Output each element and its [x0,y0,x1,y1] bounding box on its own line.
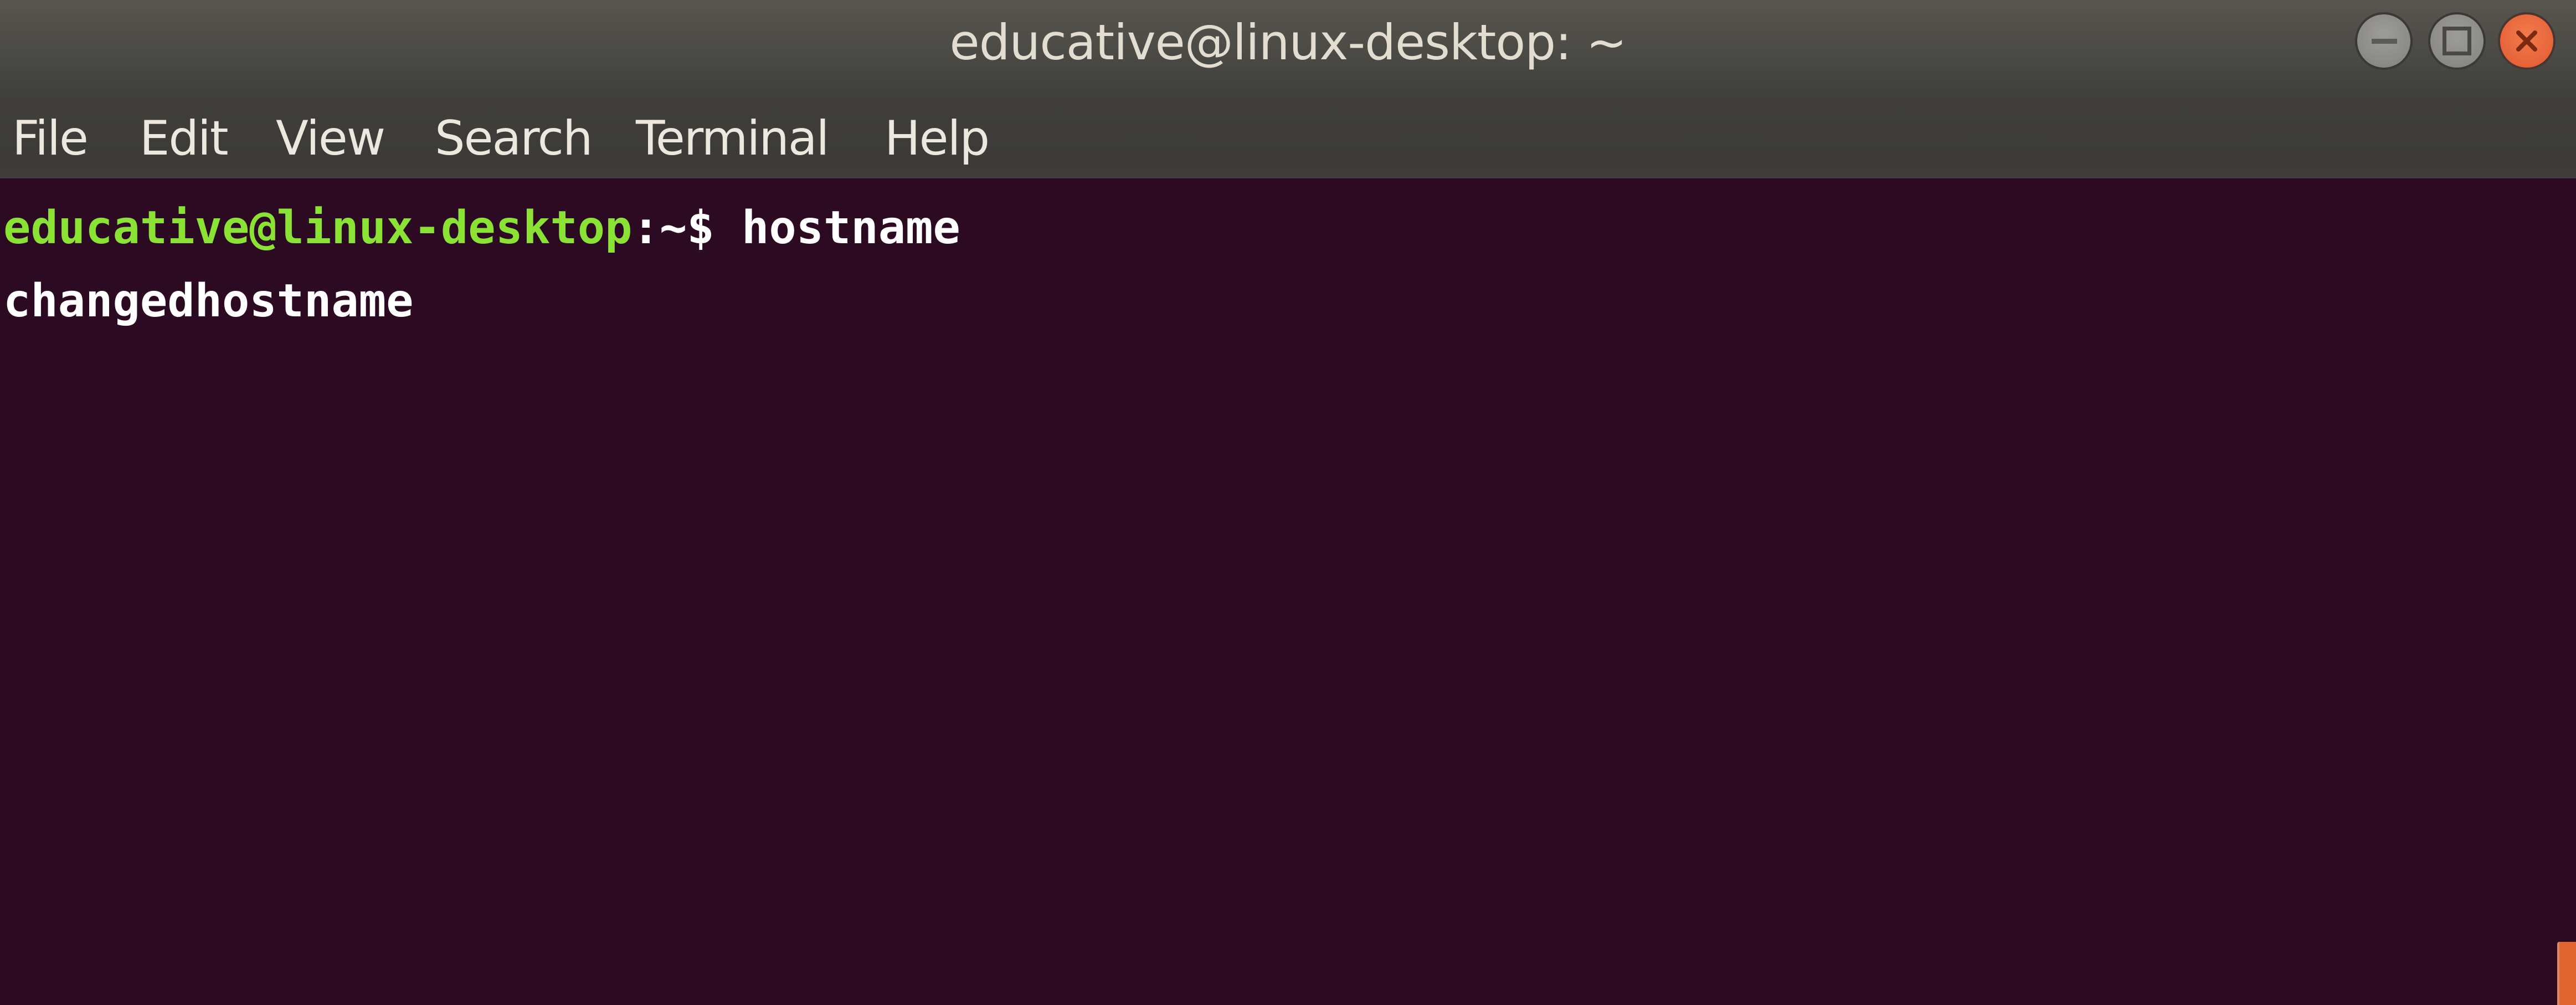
menu-terminal[interactable]: Terminal [636,105,829,172]
scrollbar[interactable] [2557,178,2576,1005]
menu-edit[interactable]: Edit [140,105,229,172]
menu-file[interactable]: File [12,105,89,172]
terminal-line-output: changedhostname [3,275,414,327]
close-icon [2516,30,2537,52]
menu-search[interactable]: Search [435,105,593,172]
window-title: educative@linux-desktop: ~ [949,14,1627,71]
close-button[interactable] [2498,12,2556,70]
command-text: hostname [714,202,960,254]
prompt-user-host: educative@linux-desktop [3,202,633,254]
title-and-menu-bar: educative@linux-desktop: ~ File Edit Vie… [0,0,2576,178]
scrollbar-thumb[interactable] [2557,942,2576,1005]
maximize-icon [2443,27,2471,55]
menu-help[interactable]: Help [885,105,990,172]
prompt-path: :~$ [632,202,714,254]
terminal-window: educative@linux-desktop: ~ File Edit Vie… [0,0,2576,1005]
minimize-icon [2372,39,2397,44]
minimize-button[interactable] [2355,12,2413,70]
menu-view[interactable]: View [276,105,385,172]
terminal-line-command: educative@linux-desktop:~$ hostname [3,195,960,261]
terminal-output-area[interactable]: educative@linux-desktop:~$ hostname chan… [0,178,2576,1005]
maximize-button[interactable] [2428,12,2486,70]
